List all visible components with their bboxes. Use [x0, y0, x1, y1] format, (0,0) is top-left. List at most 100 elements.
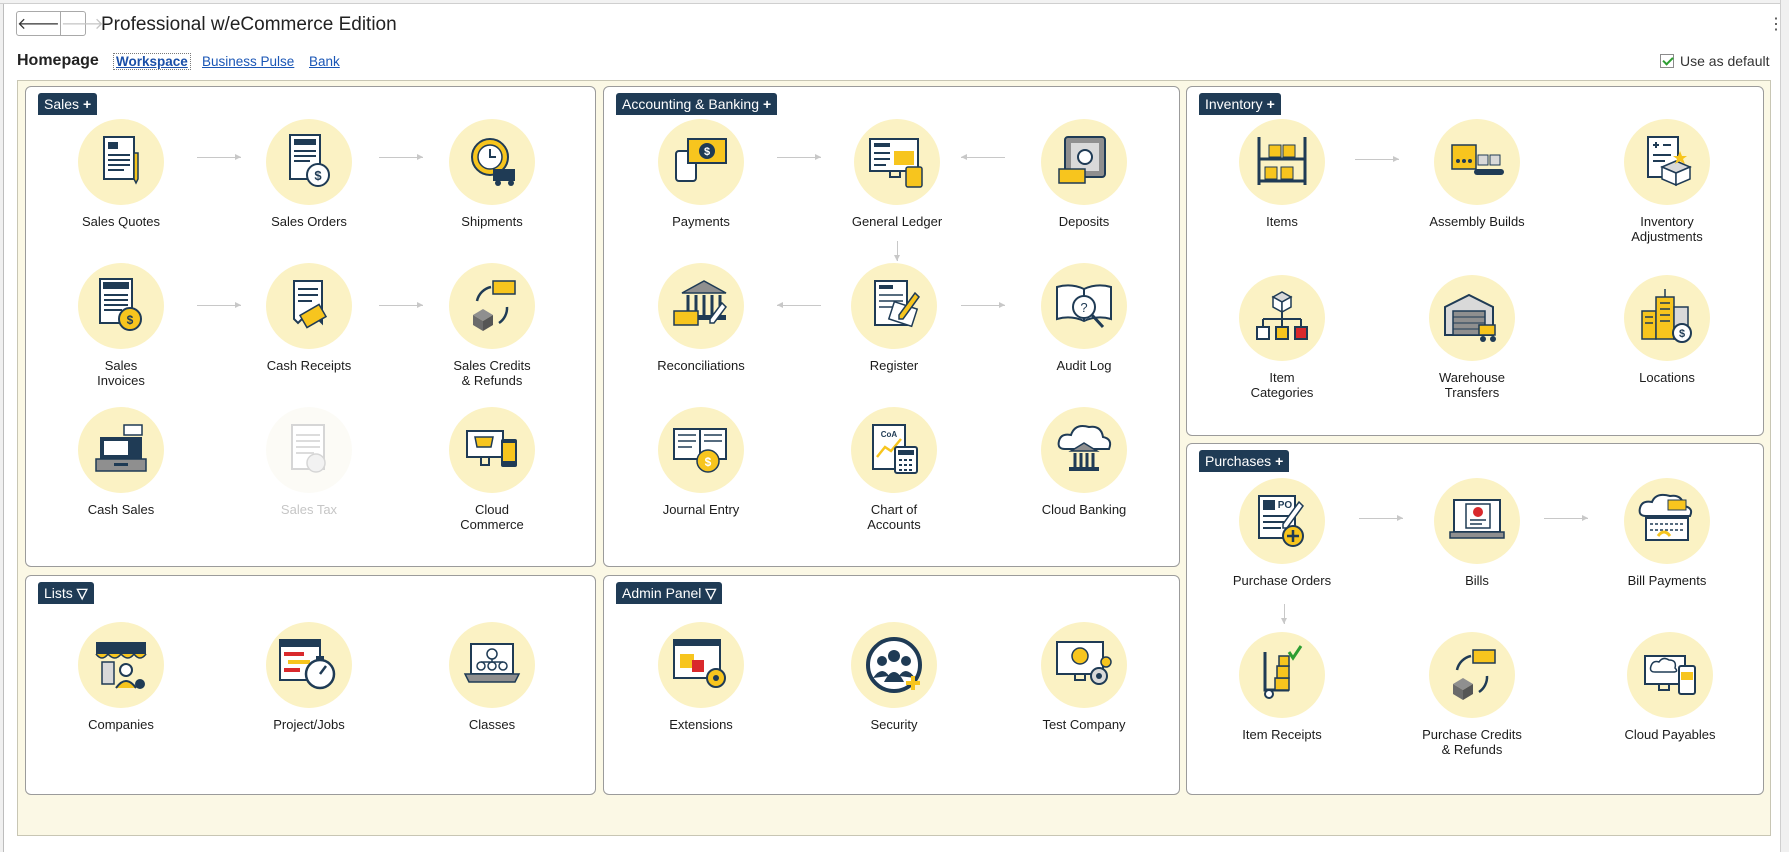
use-as-default[interactable]: Use as default: [1660, 53, 1770, 69]
classes[interactable]: Classes: [417, 622, 567, 732]
plus-icon[interactable]: +: [1275, 453, 1283, 469]
payments-label: Payments: [672, 214, 730, 229]
register[interactable]: Register: [819, 263, 969, 373]
deposits[interactable]: Deposits: [1009, 119, 1159, 229]
audit-log[interactable]: ? Audit Log: [1009, 263, 1159, 373]
general-ledger[interactable]: General Ledger: [822, 119, 972, 229]
cash-sales[interactable]: Cash Sales: [46, 407, 196, 517]
cash-receipts-label: Cash Receipts: [266, 358, 352, 373]
flow-arrow: [777, 154, 821, 160]
payments-icon: $: [675, 138, 727, 182]
right-scrollbar[interactable]: [1780, 0, 1789, 852]
cloud-payables[interactable]: Cloud Payables: [1595, 632, 1745, 742]
bills-icon: [1449, 499, 1505, 539]
sales-quotes[interactable]: Sales Quotes: [46, 119, 196, 229]
purchases-panel-title: Purchases: [1205, 453, 1272, 469]
chart-of-accounts[interactable]: CoA Chart of Accounts: [819, 407, 969, 532]
register-label: Register: [869, 358, 919, 373]
item-receipts[interactable]: Item Receipts: [1207, 632, 1357, 742]
purchase-credits-icon: [1453, 649, 1496, 700]
journal-entry-label: Journal Entry: [662, 502, 740, 517]
items-icon: [1257, 137, 1307, 185]
reconciliations[interactable]: Reconciliations: [626, 263, 776, 373]
flow-arrow: [1281, 604, 1287, 624]
cash-receipts[interactable]: Cash Receipts: [234, 263, 384, 373]
project-jobs-icon: [279, 639, 336, 690]
sales-credits-icon: [473, 280, 516, 331]
sales-quotes-icon: [103, 136, 139, 185]
cloud-banking-label: Cloud Banking: [1041, 502, 1127, 517]
sales-tax-label: Sales Tax: [280, 502, 338, 517]
expand-icon[interactable]: ▽: [77, 585, 88, 601]
bills[interactable]: Bills: [1402, 478, 1552, 588]
plus-icon[interactable]: +: [763, 96, 771, 112]
svg-text:$: $: [704, 146, 710, 158]
assembly-builds[interactable]: Assembly Builds: [1402, 119, 1552, 229]
sales-credits-label: Sales Credits & Refunds: [453, 358, 531, 388]
kebab-icon[interactable]: ⋮: [1768, 14, 1784, 34]
cloud-commerce[interactable]: Cloud Commerce: [417, 407, 567, 532]
sales-panel-header[interactable]: Sales +: [38, 93, 98, 115]
sales-panel: Sales + Sales Quotes $ Sales Orders Shipm…: [25, 86, 596, 567]
purchase-credits-refunds[interactable]: Purchase Credits & Refunds: [1397, 632, 1547, 757]
purchase-orders[interactable]: PO Purchase Orders: [1207, 478, 1357, 588]
sales-orders[interactable]: $ Sales Orders: [234, 119, 384, 229]
tab-workspace[interactable]: Workspace: [113, 53, 191, 70]
bank-building-icon: [673, 280, 727, 326]
purchase-credits-label: Purchase Credits & Refunds: [1422, 727, 1522, 757]
cash-receipts-icon: [293, 280, 328, 329]
cloud-banking[interactable]: Cloud Banking: [1009, 407, 1159, 517]
warehouse-transfers[interactable]: Warehouse Transfers: [1397, 275, 1547, 400]
expand-icon[interactable]: ▽: [705, 585, 716, 601]
sales-quotes-label: Sales Quotes: [81, 214, 161, 229]
flow-arrow: [1359, 515, 1403, 521]
tab-business-pulse[interactable]: Business Pulse: [202, 54, 294, 69]
lists-panel-header[interactable]: Lists ▽: [38, 582, 94, 604]
cloud-payables-icon: [1644, 655, 1696, 695]
payments[interactable]: $ Payments: [626, 119, 776, 229]
journal-entry[interactable]: $ Journal Entry: [626, 407, 776, 517]
item-categories[interactable]: Item Categories: [1207, 275, 1357, 400]
sales-invoices-icon: $: [99, 278, 142, 331]
deposits-icon: [1058, 136, 1106, 184]
flow-arrow: [777, 302, 821, 308]
back-button[interactable]: 🡐: [17, 12, 61, 35]
plus-icon[interactable]: +: [1267, 96, 1275, 112]
accounting-panel-header[interactable]: Accounting & Banking +: [616, 93, 778, 115]
security-label: Security: [870, 717, 918, 732]
items[interactable]: Items: [1207, 119, 1357, 229]
extensions[interactable]: Extensions: [626, 622, 776, 732]
flow-arrow: [1355, 156, 1399, 162]
inventory-adjustments[interactable]: Inventory Adjustments: [1592, 119, 1742, 244]
sales-credits-refunds[interactable]: Sales Credits & Refunds: [417, 263, 567, 388]
inventory-panel-title: Inventory: [1205, 96, 1263, 112]
companies[interactable]: Companies: [46, 622, 196, 732]
svg-text:CoA: CoA: [881, 430, 898, 439]
left-border: [0, 4, 4, 852]
svg-text:PO: PO: [1278, 500, 1293, 511]
homepage-label: Homepage: [17, 52, 99, 69]
classes-label: Classes: [468, 717, 516, 732]
use-as-default-checkbox[interactable]: [1660, 54, 1674, 68]
tab-bank[interactable]: Bank: [309, 54, 340, 69]
security-icon: [866, 637, 922, 693]
shipments-label: Shipments: [461, 214, 523, 229]
security[interactable]: Security: [819, 622, 969, 732]
inventory-adjustments-label: Inventory Adjustments: [1631, 214, 1703, 244]
admin-panel-header[interactable]: Admin Panel ▽: [616, 582, 723, 604]
audit-log-label: Audit Log: [1056, 358, 1112, 373]
plus-icon[interactable]: +: [83, 96, 91, 112]
sales-invoices[interactable]: $ Sales Invoices: [46, 263, 196, 388]
forward-button[interactable]: 🡒: [61, 12, 104, 35]
test-company[interactable]: Test Company: [1009, 622, 1159, 732]
purchases-panel-header[interactable]: Purchases +: [1199, 450, 1290, 472]
shipments[interactable]: Shipments: [417, 119, 567, 229]
locations[interactable]: $ Locations: [1592, 275, 1742, 385]
bill-payments[interactable]: Bill Payments: [1592, 478, 1742, 588]
cloud-banking-icon: [1057, 425, 1112, 471]
journal-entry-icon: $: [673, 428, 727, 473]
inventory-panel-header[interactable]: Inventory +: [1199, 93, 1281, 115]
project-jobs[interactable]: Project/Jobs: [234, 622, 384, 732]
test-company-label: Test Company: [1042, 717, 1126, 732]
sales-orders-icon: $: [289, 134, 330, 187]
